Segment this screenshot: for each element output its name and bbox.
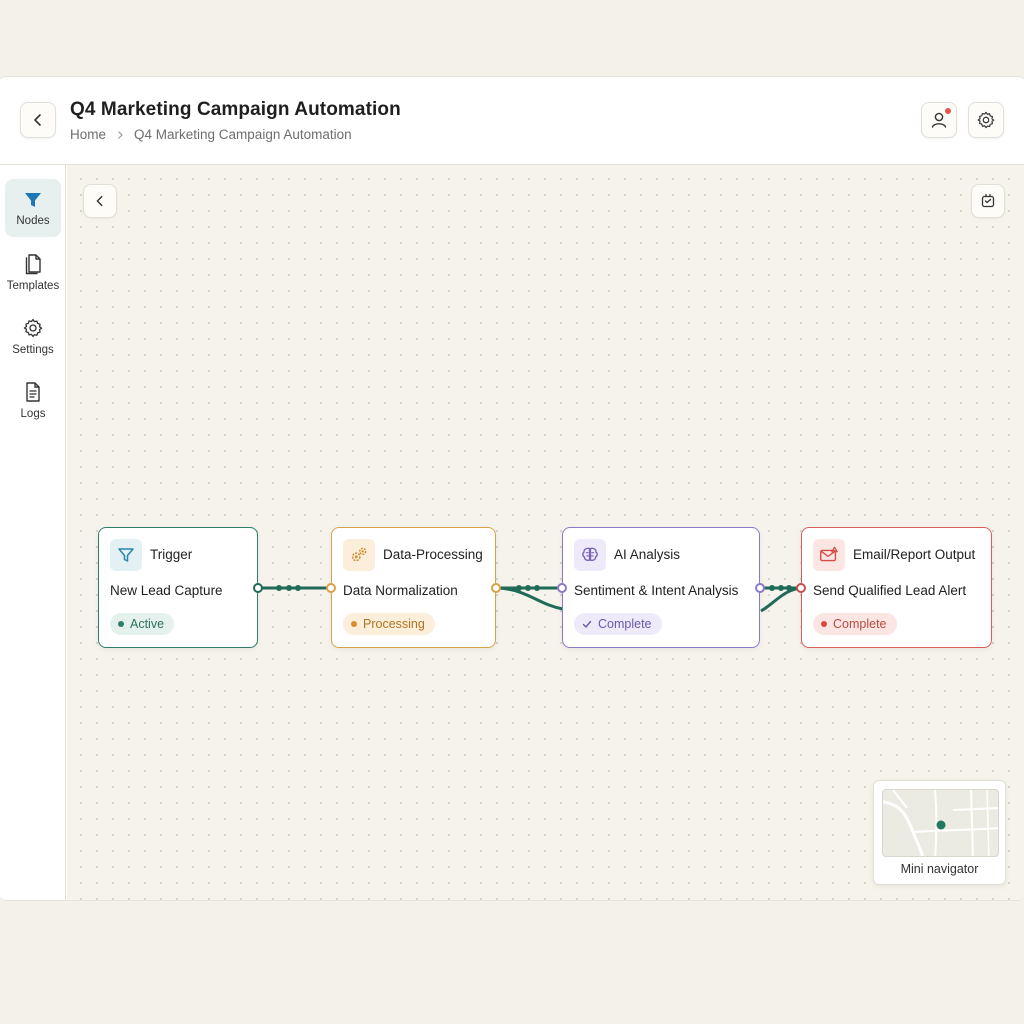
sidebar-item-nodes[interactable]: Nodes: [5, 179, 61, 237]
breadcrumb: Home Q4 Marketing Campaign Automation: [70, 127, 352, 142]
node-name: Send Qualified Lead Alert: [813, 583, 967, 598]
node-icon-box: [813, 539, 845, 571]
status-dot: [118, 621, 124, 627]
user-button[interactable]: [921, 102, 957, 138]
connector-1: [257, 585, 331, 591]
status-dot: [821, 621, 827, 627]
app-window: Q4 Marketing Campaign Automation Home Q4…: [0, 76, 1024, 901]
chevron-right-icon: [118, 130, 123, 139]
breadcrumb-current: Q4 Marketing Campaign Automation: [134, 127, 352, 142]
mini-map-graphic: [883, 790, 998, 856]
node-data-processing[interactable]: Data-Processing Data Normalization Proce…: [326, 527, 501, 648]
sidebar-item-label: Settings: [12, 343, 54, 356]
connector-2: [495, 585, 564, 611]
input-port[interactable]: [326, 583, 336, 593]
sidebar-item-settings[interactable]: Settings: [5, 307, 61, 365]
input-port[interactable]: [557, 583, 567, 593]
header-bar: Q4 Marketing Campaign Automation Home Q4…: [0, 77, 1024, 165]
status-label: Complete: [598, 617, 652, 631]
gear-icon: [23, 318, 43, 337]
status-label: Processing: [363, 617, 425, 631]
breadcrumb-home[interactable]: Home: [70, 127, 106, 142]
notification-dot: [945, 108, 951, 114]
funnel-icon: [25, 192, 41, 207]
chevron-left-icon: [34, 114, 41, 126]
node-trigger[interactable]: Trigger New Lead Capture Active: [98, 527, 263, 648]
sidebar-item-label: Logs: [20, 407, 46, 420]
brain-icon: [582, 547, 598, 561]
node-type: Email/Report Output: [853, 547, 976, 562]
gears-icon: [351, 547, 367, 562]
node-name: Data Normalization: [343, 583, 458, 598]
page-title: Q4 Marketing Campaign Automation: [70, 99, 401, 120]
log-file-icon: [26, 381, 40, 402]
output-port[interactable]: [253, 583, 263, 593]
node-type: Trigger: [150, 547, 193, 562]
funnel-icon: [118, 548, 134, 562]
node-ai-analysis[interactable]: AI Analysis Sentiment & Intent Analysis …: [557, 527, 765, 648]
input-port[interactable]: [796, 583, 806, 593]
workflow-canvas[interactable]: Trigger New Lead Capture Active Data-Pro…: [67, 165, 1024, 900]
sidebar-item-label: Templates: [6, 279, 60, 292]
node-icon-box: [343, 539, 375, 571]
node-type: AI Analysis: [614, 547, 681, 562]
sidebar-item-logs[interactable]: Logs: [5, 371, 61, 429]
mini-navigator-label: Mini navigator: [900, 862, 979, 876]
document-icon: [25, 253, 41, 274]
node-name: Sentiment & Intent Analysis: [574, 583, 739, 598]
sidebar-item-templates[interactable]: Templates: [5, 243, 61, 301]
status-label: Complete: [833, 617, 887, 631]
email-alert-icon: [820, 546, 838, 562]
status-dot: [351, 621, 357, 627]
node-name: New Lead Capture: [110, 583, 223, 598]
status-badge: Processing: [343, 613, 435, 635]
node-email-output[interactable]: Email/Report Output Send Qualified Lead …: [796, 527, 992, 648]
node-icon-box: [110, 539, 142, 571]
gear-icon: [977, 111, 995, 129]
status-badge: Complete: [574, 613, 662, 635]
status-badge: Complete: [813, 613, 897, 635]
status-label: Active: [130, 617, 165, 631]
output-port[interactable]: [491, 583, 501, 593]
mini-map-view[interactable]: [882, 789, 999, 857]
sidebar-item-label: Nodes: [16, 214, 50, 227]
settings-button[interactable]: [968, 102, 1004, 138]
node-icon-box: [574, 539, 606, 571]
node-type: Data-Processing: [383, 547, 483, 562]
status-badge: Active: [110, 613, 175, 635]
back-button[interactable]: [20, 102, 56, 138]
sidebar: Nodes Templates Settings Logs: [0, 165, 66, 900]
output-port[interactable]: [755, 583, 765, 593]
mini-navigator[interactable]: Mini navigator: [873, 780, 1006, 885]
checkmark-icon: [582, 620, 592, 628]
